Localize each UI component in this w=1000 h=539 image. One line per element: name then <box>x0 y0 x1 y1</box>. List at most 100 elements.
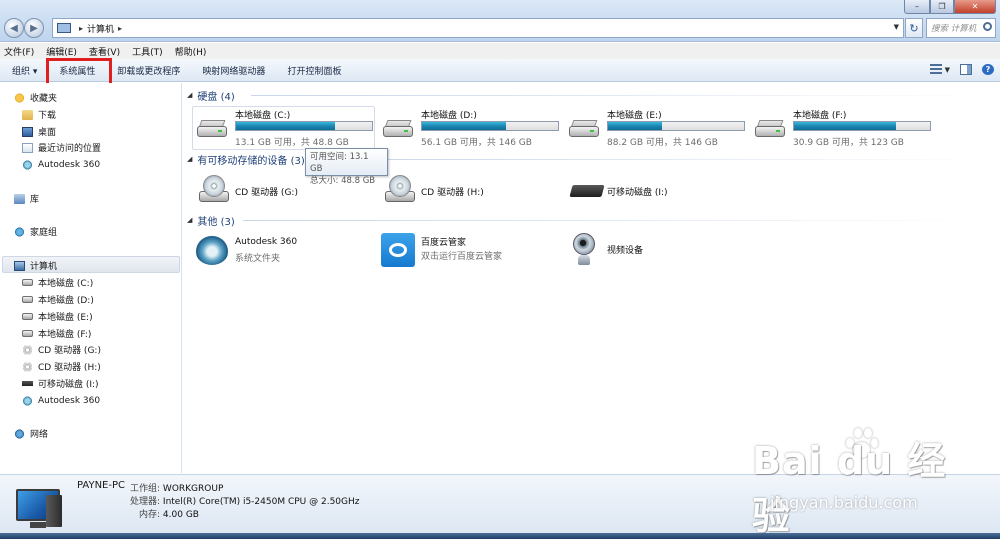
removable-disk-icon <box>22 381 33 386</box>
group-title: 其他 (3) <box>197 216 235 228</box>
star-icon <box>14 92 25 103</box>
item-baidu-cloud[interactable]: 百度云管家 双击运行百度云管家 <box>381 233 561 267</box>
nav-homegroup[interactable]: 家庭组 <box>14 224 57 239</box>
forward-button[interactable]: ▶ <box>24 18 44 38</box>
search-placeholder: 搜索 计算机 <box>931 24 977 34</box>
back-button[interactable]: ◀ <box>4 18 24 38</box>
nav-computer[interactable]: 计算机 <box>14 258 57 273</box>
webcam-icon <box>571 233 597 267</box>
drive-tooltip: 可用空间: 13.1 GB 总大小: 48.8 GB <box>305 148 388 186</box>
nav-drive-c[interactable]: 本地磁盘 (C:) <box>22 275 93 290</box>
menu-file[interactable]: 文件(F) <box>4 45 34 58</box>
address-bar[interactable]: ▸ 计算机 ▸ ▼ <box>52 18 904 38</box>
drive-info: 88.2 GB 可用，共 146 GB <box>607 138 718 148</box>
item-name: Autodesk 360 <box>235 237 298 247</box>
desktop-icon <box>22 126 33 137</box>
nav-label: 下载 <box>38 111 57 121</box>
hard-disk-icon <box>381 118 415 140</box>
item-autodesk-360[interactable]: Autodesk 360 系统文件夹 <box>195 235 375 269</box>
nav-desktop[interactable]: 桌面 <box>22 124 56 139</box>
nav-drive-i[interactable]: 可移动磁盘 (I:) <box>22 376 99 391</box>
usage-fill <box>794 122 896 130</box>
workgroup-label: 工作组: <box>130 484 161 494</box>
group-hard-disks[interactable]: ◢ 硬盘 (4) <box>187 88 991 103</box>
nav-drive-h[interactable]: CD 驱动器 (H:) <box>22 359 101 374</box>
item-subtitle: 双击运行百度云管家 <box>421 252 503 262</box>
drive-info: 56.1 GB 可用，共 146 GB <box>421 138 532 148</box>
preview-pane-icon[interactable] <box>960 64 972 75</box>
usage-fill <box>236 122 336 130</box>
change-view-icon[interactable] <box>929 64 942 75</box>
help-icon[interactable]: ? <box>982 64 994 75</box>
menu-help[interactable]: 帮助(H) <box>175 45 207 58</box>
breadcrumb-computer[interactable]: 计算机 <box>87 22 114 35</box>
nav-label: Autodesk 360 <box>38 159 101 170</box>
group-removable[interactable]: ◢ 有可移动存储的设备 (3) <box>187 152 987 167</box>
drive-i[interactable]: 可移动磁盘 (I:) <box>567 175 747 215</box>
menu-edit[interactable]: 编辑(E) <box>46 45 77 58</box>
nav-drive-f[interactable]: 本地磁盘 (F:) <box>22 326 91 341</box>
refresh-button[interactable]: ↻ <box>905 18 923 38</box>
drive-d[interactable]: 本地磁盘 (D:) 56.1 GB 可用，共 146 GB <box>381 108 561 148</box>
map-drive-button[interactable]: 映射网络驱动器 <box>202 64 265 77</box>
nav-drive-g[interactable]: CD 驱动器 (G:) <box>22 342 101 357</box>
nav-autodesk-360[interactable]: Autodesk 360 <box>22 393 100 408</box>
group-divider <box>243 220 988 221</box>
hard-disk-icon <box>753 118 787 140</box>
cpu-value: Intel(R) Core(TM) i5-2450M CPU @ 2.50GHz <box>162 497 360 507</box>
memory-row: 内存: 4.00 GB <box>139 507 199 520</box>
usage-fill <box>422 122 507 130</box>
nav-downloads[interactable]: 下载 <box>22 107 56 122</box>
menu-view[interactable]: 查看(V) <box>89 45 120 58</box>
drive-f[interactable]: 本地磁盘 (F:) 30.9 GB 可用，共 123 GB <box>753 108 933 148</box>
nav-drive-d[interactable]: 本地磁盘 (D:) <box>22 292 94 307</box>
drive-h[interactable]: CD 驱动器 (H:) <box>381 175 561 215</box>
watermark-logo-text: Bai du 经验 <box>752 439 947 538</box>
homegroup-icon <box>14 226 25 237</box>
collapse-icon: ◢ <box>187 216 193 224</box>
search-icon <box>983 22 992 31</box>
nav-network[interactable]: 网络 <box>14 426 48 441</box>
group-other[interactable]: ◢ 其他 (3) <box>187 213 988 228</box>
nav-label: 可移动磁盘 (I:) <box>38 380 99 390</box>
nav-label: 家庭组 <box>30 228 58 238</box>
nav-recent[interactable]: 最近访问的位置 <box>22 140 101 155</box>
group-divider <box>337 159 987 160</box>
hard-disk-icon <box>22 296 33 303</box>
usage-bar <box>793 121 931 131</box>
drive-e[interactable]: 本地磁盘 (E:) 88.2 GB 可用，共 146 GB <box>567 108 747 148</box>
taskbar <box>0 533 1000 539</box>
nav-libraries[interactable]: 库 <box>14 191 39 206</box>
control-panel-button[interactable]: 打开控制面板 <box>287 64 341 77</box>
drive-name: CD 驱动器 (H:) <box>421 188 484 198</box>
group-title: 有可移动存储的设备 (3) <box>197 155 305 167</box>
nav-drive-e[interactable]: 本地磁盘 (E:) <box>22 309 93 324</box>
autodesk-icon <box>195 235 229 265</box>
nav-label: CD 驱动器 (H:) <box>38 363 101 373</box>
hard-disk-icon <box>22 313 33 320</box>
uninstall-button[interactable]: 卸载或更改程序 <box>117 64 180 77</box>
drive-c[interactable]: 本地磁盘 (C:) 13.1 GB 可用，共 48.8 GB <box>195 108 375 148</box>
cpu-row: 处理器: Intel(R) Core(TM) i5-2450M CPU @ 2.… <box>130 494 360 507</box>
organize-button[interactable]: 组织 ▾ <box>12 64 37 77</box>
item-subtitle: 系统文件夹 <box>235 254 281 264</box>
close-button[interactable]: ✕ <box>954 0 996 14</box>
breadcrumb-separator-icon: ▸ <box>118 23 123 33</box>
search-input[interactable]: 搜索 计算机 <box>926 18 996 38</box>
memory-value: 4.00 GB <box>162 510 199 520</box>
nav-favorites[interactable]: 收藏夹 <box>14 90 57 105</box>
minimize-button[interactable]: – <box>904 0 930 14</box>
collapse-icon: ◢ <box>187 91 193 99</box>
item-video-device[interactable]: 视频设备 <box>567 233 747 267</box>
nav-label: 库 <box>30 195 40 205</box>
view-dropdown-icon[interactable]: ▼ <box>945 66 950 74</box>
drive-info: 13.1 GB 可用，共 48.8 GB <box>235 138 349 148</box>
baidu-watermark: Bai du 经验 jingyan.baidu.com <box>752 428 982 538</box>
menu-tools[interactable]: 工具(T) <box>132 45 163 58</box>
nav-label: 收藏夹 <box>30 94 58 104</box>
cd-drive-icon <box>197 175 229 207</box>
maximize-button[interactable]: ❐ <box>930 0 954 14</box>
address-dropdown-icon[interactable]: ▼ <box>894 23 899 31</box>
nav-autodesk[interactable]: Autodesk 360 <box>22 157 100 172</box>
cpu-label: 处理器: <box>130 497 161 507</box>
